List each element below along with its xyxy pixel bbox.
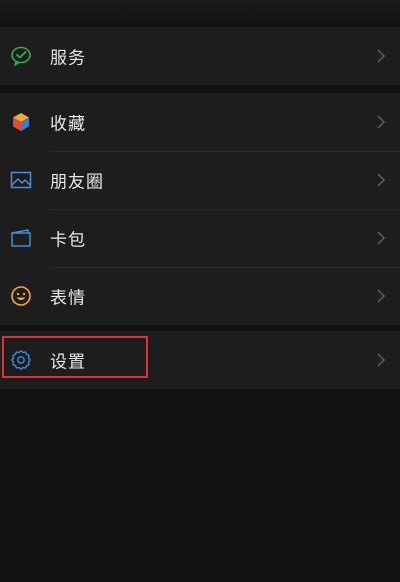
chevron-right-icon bbox=[376, 231, 386, 245]
menu-item-cards[interactable]: 卡包 bbox=[0, 209, 400, 267]
features-group: 收藏 朋友圈 卡包 表情 bbox=[0, 93, 400, 325]
menu-item-favorites[interactable]: 收藏 bbox=[0, 93, 400, 151]
menu-item-services[interactable]: 服务 bbox=[0, 27, 400, 85]
chevron-right-icon bbox=[376, 173, 386, 187]
chevron-right-icon bbox=[376, 353, 386, 367]
menu-item-moments[interactable]: 朋友圈 bbox=[0, 151, 400, 209]
menu-item-favorites-label: 收藏 bbox=[50, 114, 86, 135]
menu-item-cards-label: 卡包 bbox=[50, 230, 86, 251]
wechat-pay-icon bbox=[10, 45, 32, 67]
menu-item-services-label: 服务 bbox=[50, 48, 86, 69]
menu-item-stickers[interactable]: 表情 bbox=[0, 267, 400, 325]
smiley-icon bbox=[10, 285, 32, 307]
menu-item-moments-label: 朋友圈 bbox=[50, 172, 104, 193]
card-icon bbox=[10, 227, 32, 249]
services-group: 服务 bbox=[0, 27, 400, 85]
highlight-annotation-box bbox=[2, 336, 148, 378]
me-tab-menu-screen: 服务 收藏 朋友圈 卡包 表情 设置 bbox=[0, 0, 400, 582]
chevron-right-icon bbox=[376, 289, 386, 303]
chevron-right-icon bbox=[376, 115, 386, 129]
top-strip bbox=[0, 0, 400, 22]
menu-item-stickers-label: 表情 bbox=[50, 288, 86, 309]
photo-icon bbox=[10, 169, 32, 191]
chevron-right-icon bbox=[376, 49, 386, 63]
cube-icon bbox=[10, 111, 32, 133]
